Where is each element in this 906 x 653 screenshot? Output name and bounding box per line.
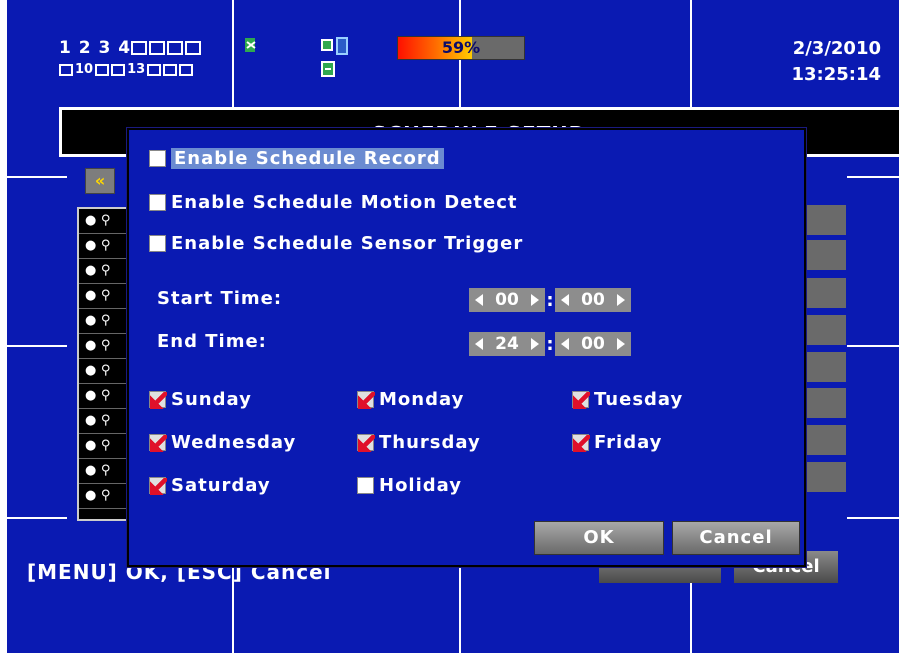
end-time-stepper: 24 : 00 <box>469 331 631 357</box>
channel-12-box <box>111 63 126 76</box>
system-time: 13:25:14 <box>791 64 881 85</box>
enable-schedule-record-label: Enable Schedule Record <box>171 148 444 169</box>
schedule-cell[interactable] <box>802 425 846 455</box>
page-back-button[interactable]: « <box>85 168 115 194</box>
start-hour-decrement-button[interactable] <box>469 288 489 312</box>
time-separator: : <box>546 333 554 355</box>
start-minute-decrement-button[interactable] <box>555 288 575 312</box>
dvr-screen: 1 2 3 4 1013 59% 2/3/2010 13:25:14 SCHED… <box>7 0 899 653</box>
schedule-cell[interactable] <box>802 462 846 492</box>
monday-label: Monday <box>379 389 465 410</box>
day-tuesday[interactable]: Tuesday <box>572 389 683 410</box>
schedule-cell[interactable] <box>802 205 846 235</box>
end-minute-value[interactable]: 00 <box>575 332 611 356</box>
start-minute-increment-button[interactable] <box>611 288 631 312</box>
channel-14-box <box>147 63 162 76</box>
end-hour-decrement-button[interactable] <box>469 332 489 356</box>
end-time-label: End Time: <box>157 331 267 352</box>
wednesday-label: Wednesday <box>171 432 297 453</box>
record-status-icon <box>321 37 348 55</box>
sunday-label: Sunday <box>171 389 252 410</box>
channel-16-box <box>179 63 194 76</box>
wednesday-checkbox[interactable] <box>149 434 167 452</box>
schedule-cell[interactable] <box>802 278 846 308</box>
storage-card-icon <box>321 61 335 77</box>
schedule-options-dialog: Enable Schedule Record Enable Schedule M… <box>127 128 806 567</box>
day-wednesday[interactable]: Wednesday <box>149 432 296 453</box>
schedule-cell[interactable] <box>802 240 846 270</box>
enable-schedule-record-checkbox[interactable] <box>149 150 166 167</box>
end-minute-decrement-button[interactable] <box>555 332 575 356</box>
tuesday-label: Tuesday <box>594 389 684 410</box>
enable-schedule-motion-label: Enable Schedule Motion Detect <box>171 192 518 213</box>
saturday-checkbox[interactable] <box>149 477 167 495</box>
schedule-cell[interactable] <box>802 388 846 418</box>
channel-15-box <box>163 63 178 76</box>
day-holiday[interactable]: Holiday <box>357 475 462 496</box>
enable-schedule-motion-option[interactable]: Enable Schedule Motion Detect <box>149 192 518 213</box>
thursday-label: Thursday <box>379 432 481 453</box>
grid-line <box>7 345 67 347</box>
thursday-checkbox[interactable] <box>357 434 375 452</box>
channel-3: 3 <box>98 38 112 58</box>
grid-line <box>7 176 67 178</box>
grid-line <box>7 517 67 519</box>
channel-4: 4 <box>118 38 132 58</box>
time-separator: : <box>546 289 554 311</box>
channel-9-box <box>59 63 73 76</box>
channel-1: 1 <box>59 38 72 58</box>
channel-8-box <box>185 41 202 55</box>
start-time-stepper: 00 : 00 <box>469 287 631 313</box>
channel-10: 10 <box>75 62 94 77</box>
enable-schedule-motion-checkbox[interactable] <box>149 194 166 211</box>
day-monday[interactable]: Monday <box>357 389 464 410</box>
monday-checkbox[interactable] <box>357 391 375 409</box>
channel-indicators-row2: 10 13 <box>59 62 195 77</box>
saturday-label: Saturday <box>171 475 271 496</box>
cancel-button[interactable]: Cancel <box>672 521 800 555</box>
end-hour-value[interactable]: 24 <box>489 332 525 356</box>
hdd-usage-percent: 59% <box>441 38 481 57</box>
day-friday[interactable]: Friday <box>572 432 662 453</box>
start-hour-value[interactable]: 00 <box>489 288 525 312</box>
enable-schedule-sensor-option[interactable]: Enable Schedule Sensor Trigger <box>149 233 523 254</box>
day-thursday[interactable]: Thursday <box>357 432 481 453</box>
tuesday-checkbox[interactable] <box>572 391 590 409</box>
grid-line <box>847 345 899 347</box>
start-time-label: Start Time: <box>157 288 283 309</box>
day-saturday[interactable]: Saturday <box>149 475 271 496</box>
channel-5-box <box>131 41 148 55</box>
enable-schedule-sensor-checkbox[interactable] <box>149 235 166 252</box>
schedule-cell[interactable] <box>802 315 846 345</box>
day-sunday[interactable]: Sunday <box>149 389 252 410</box>
start-minute-value[interactable]: 00 <box>575 288 611 312</box>
channel-11-box <box>95 63 110 76</box>
holiday-label: Holiday <box>379 475 462 496</box>
hdd-usage-bar: 59% <box>397 36 525 60</box>
grid-line <box>847 176 899 178</box>
schedule-cell[interactable] <box>802 352 846 382</box>
friday-checkbox[interactable] <box>572 434 590 452</box>
channel-13: 13 <box>127 62 146 77</box>
holiday-checkbox[interactable] <box>357 477 374 494</box>
sunday-checkbox[interactable] <box>149 391 167 409</box>
enable-schedule-sensor-label: Enable Schedule Sensor Trigger <box>171 233 524 254</box>
friday-label: Friday <box>594 432 663 453</box>
channel-6-box <box>149 41 166 55</box>
enable-schedule-record-option[interactable]: Enable Schedule Record <box>149 148 444 169</box>
start-hour-increment-button[interactable] <box>525 288 545 312</box>
channel-2: 2 <box>78 38 92 58</box>
network-icon <box>245 38 256 52</box>
ok-button[interactable]: OK <box>534 521 664 555</box>
end-hour-increment-button[interactable] <box>525 332 545 356</box>
channel-indicators-row1: 1 2 3 4 <box>59 38 203 58</box>
end-minute-increment-button[interactable] <box>611 332 631 356</box>
system-date: 2/3/2010 <box>792 38 881 59</box>
channel-7-box <box>167 41 184 55</box>
grid-line <box>847 517 899 519</box>
